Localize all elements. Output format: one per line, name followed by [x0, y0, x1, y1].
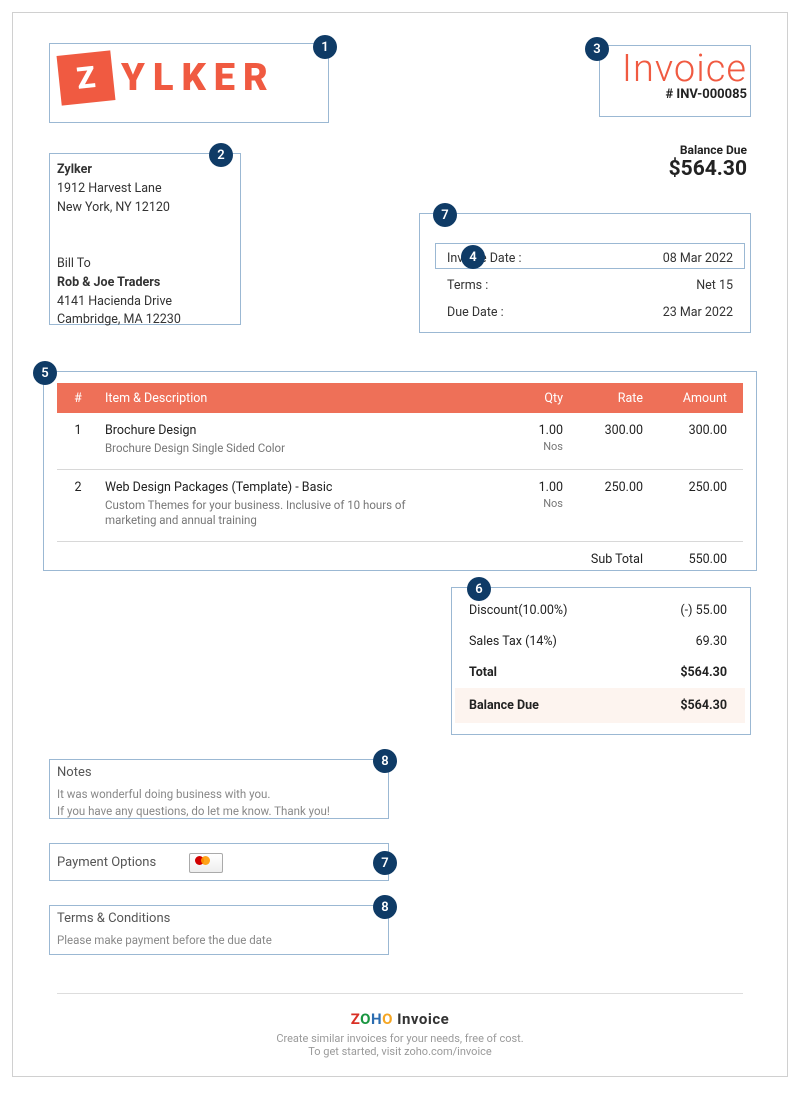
callout-4: 4 — [461, 245, 485, 269]
billto-name: Rob & Joe Traders — [57, 274, 181, 293]
subtotal-value: 550.00 — [653, 552, 743, 567]
tax-label: Sales Tax (14%) — [469, 634, 557, 649]
item-amount: 300.00 — [653, 423, 743, 438]
col-rate: Rate — [573, 391, 653, 406]
totals-row-discount: Discount(10.00%) (-) 55.00 — [455, 595, 745, 626]
notes-section: Notes It was wonderful doing business wi… — [57, 765, 383, 819]
items-table: # Item & Description Qty Rate Amount 1 B… — [57, 383, 743, 575]
col-qty: Qty — [501, 391, 573, 406]
footer-line2: To get started, visit zoho.com/invoice — [13, 1045, 787, 1058]
item-num: 2 — [57, 480, 99, 495]
item-subdesc: Brochure Design Single Sided Color — [105, 441, 455, 457]
item-row: 1 Brochure Design Brochure Design Single… — [57, 413, 743, 470]
meta-terms-label: Terms : — [447, 278, 488, 293]
callout-7b: 7 — [373, 851, 397, 875]
items-header: # Item & Description Qty Rate Amount — [57, 383, 743, 413]
notes-line1: It was wonderful doing business with you… — [57, 786, 383, 803]
item-qty-unit: Nos — [501, 440, 563, 453]
balance-due-label: Balance Due — [669, 143, 747, 157]
total-value: $564.30 — [680, 665, 727, 680]
terms-title: Terms & Conditions — [57, 911, 383, 926]
item-rate: 300.00 — [573, 423, 653, 438]
footer-brand-suffix: Invoice — [393, 1010, 449, 1028]
item-qty: 1.00 Nos — [501, 480, 573, 510]
company-addr1: 1912 Harvest Lane — [57, 180, 170, 199]
notes-title: Notes — [57, 765, 383, 780]
payment-section: Payment Options — [57, 853, 383, 873]
item-qty-val: 1.00 — [501, 480, 563, 495]
from-address: Zylker 1912 Harvest Lane New York, NY 12… — [57, 161, 170, 217]
callout-3: 3 — [585, 37, 609, 61]
payment-title: Payment Options — [57, 855, 156, 870]
item-title: Brochure Design — [105, 423, 501, 438]
meta-due-label: Due Date : — [447, 305, 504, 320]
item-qty: 1.00 Nos — [501, 423, 573, 453]
balance-due-block: Balance Due $564.30 — [669, 143, 747, 181]
item-amount: 250.00 — [653, 480, 743, 495]
item-desc: Brochure Design Brochure Design Single S… — [99, 423, 501, 457]
total-label: Total — [469, 665, 497, 680]
meta-row-due: Due Date : 23 Mar 2022 — [435, 299, 745, 326]
col-desc: Item & Description — [99, 391, 501, 406]
item-row: 2 Web Design Packages (Template) - Basic… — [57, 470, 743, 542]
callout-7a: 7 — [433, 203, 457, 227]
item-subdesc: Custom Themes for your business. Inclusi… — [105, 498, 455, 529]
tax-value: 69.30 — [696, 634, 727, 649]
callout-6: 6 — [467, 577, 491, 601]
meta-row-terms: Terms : Net 15 — [435, 272, 745, 299]
invoice-title-block: Invoice # INV-000085 — [622, 47, 747, 102]
item-rate: 250.00 — [573, 480, 653, 495]
meta-terms-value: Net 15 — [696, 278, 733, 293]
footer-line1: Create similar invoices for your needs, … — [13, 1032, 787, 1045]
item-desc: Web Design Packages (Template) - Basic C… — [99, 480, 501, 529]
company-addr2: New York, NY 12120 — [57, 199, 170, 218]
footer-brand: ZOHO Invoice — [13, 1010, 787, 1028]
footer-line2a: To get started, visit — [308, 1045, 404, 1058]
balance-due-value: $564.30 — [669, 157, 747, 181]
footer-divider — [57, 993, 743, 994]
terms-body: Please make payment before the due date — [57, 932, 383, 949]
callout-5: 5 — [33, 361, 57, 385]
callout-8a: 8 — [373, 749, 397, 773]
totals-row-baldue: Balance Due $564.30 — [455, 688, 745, 723]
notes-body: It was wonderful doing business with you… — [57, 786, 383, 819]
baldue-value: $564.30 — [680, 698, 727, 713]
col-num: # — [57, 391, 99, 406]
meta-date-value: 08 Mar 2022 — [663, 251, 733, 266]
invoice-title: Invoice — [622, 47, 747, 91]
invoice-page: 1 2 3 7 4 5 6 8 7 8 Z YLKER Invoice # IN… — [12, 12, 788, 1077]
callout-8b: 8 — [373, 895, 397, 919]
page-footer: ZOHO Invoice Create similar invoices for… — [13, 993, 787, 1058]
item-qty-unit: Nos — [501, 497, 563, 510]
discount-value: (-) 55.00 — [680, 603, 727, 618]
totals-row-tax: Sales Tax (14%) 69.30 — [455, 626, 745, 657]
card-icon — [189, 853, 223, 873]
item-title: Web Design Packages (Template) - Basic — [105, 480, 501, 495]
billto-label: Bill To — [57, 255, 181, 274]
billto-addr1: 4141 Hacienda Drive — [57, 293, 181, 312]
callout-1: 1 — [313, 35, 337, 59]
baldue-label: Balance Due — [469, 698, 539, 713]
billto-address: Bill To Rob & Joe Traders 4141 Hacienda … — [57, 255, 181, 330]
footer-link[interactable]: zoho.com/invoice — [404, 1045, 492, 1058]
terms-section: Terms & Conditions Please make payment b… — [57, 911, 383, 949]
totals-block: Discount(10.00%) (-) 55.00 Sales Tax (14… — [455, 595, 745, 723]
notes-line2: If you have any questions, do let me kno… — [57, 803, 383, 820]
subtotal-row: Sub Total 550.00 — [57, 542, 743, 575]
discount-label: Discount(10.00%) — [469, 603, 567, 618]
totals-row-total: Total $564.30 — [455, 657, 745, 688]
col-amt: Amount — [653, 391, 743, 406]
meta-due-value: 23 Mar 2022 — [663, 305, 733, 320]
company-name: Zylker — [57, 161, 170, 180]
logo-mark: Z — [57, 50, 116, 105]
item-num: 1 — [57, 423, 99, 438]
billto-addr2: Cambridge, MA 12230 — [57, 311, 181, 330]
item-qty-val: 1.00 — [501, 423, 563, 438]
callout-2: 2 — [209, 143, 233, 167]
subtotal-label: Sub Total — [573, 552, 653, 567]
